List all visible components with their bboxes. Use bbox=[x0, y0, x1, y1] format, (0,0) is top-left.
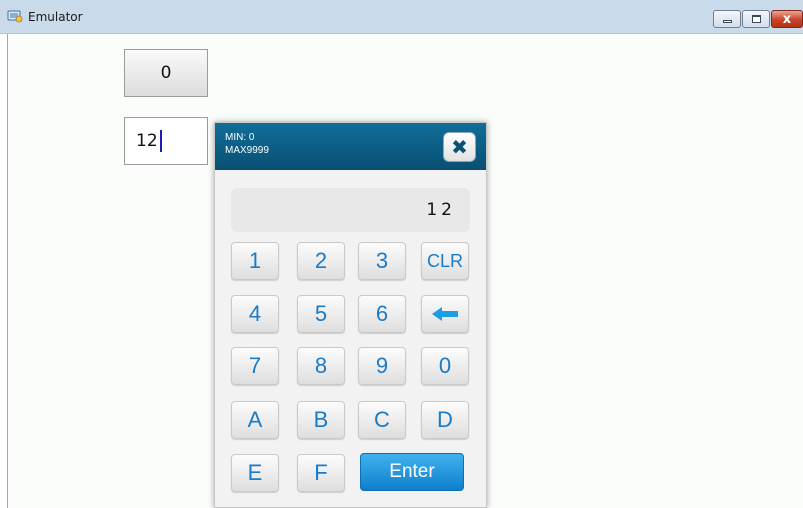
keypad-max-label: MAX9999 bbox=[225, 145, 269, 156]
numeric-field-first-value: 0 bbox=[160, 63, 172, 83]
close-icon: x bbox=[782, 11, 792, 27]
numeric-field-second[interactable]: 12 bbox=[124, 117, 208, 165]
minimize-button[interactable] bbox=[713, 10, 741, 28]
backspace-arrow-icon bbox=[432, 307, 458, 321]
key-backspace[interactable] bbox=[421, 295, 469, 333]
key-3[interactable]: 3 bbox=[358, 242, 406, 280]
close-window-button[interactable]: x bbox=[771, 10, 803, 28]
key-9[interactable]: 9 bbox=[358, 347, 406, 385]
emulator-app-icon bbox=[7, 10, 23, 23]
key-clear[interactable]: CLR bbox=[421, 242, 469, 280]
key-a[interactable]: A bbox=[231, 401, 279, 439]
enter-button[interactable]: Enter bbox=[360, 453, 464, 491]
key-7[interactable]: 7 bbox=[231, 347, 279, 385]
title-bar: Emulator x bbox=[0, 0, 803, 34]
keypad-display: 12 bbox=[231, 188, 470, 232]
minimize-icon bbox=[722, 20, 732, 23]
key-c[interactable]: C bbox=[358, 401, 406, 439]
numeric-field-second-value: 12 bbox=[136, 131, 158, 151]
key-5[interactable]: 5 bbox=[297, 295, 345, 333]
key-d[interactable]: D bbox=[421, 401, 469, 439]
key-b[interactable]: B bbox=[297, 401, 345, 439]
key-2[interactable]: 2 bbox=[297, 242, 345, 280]
window-title: Emulator bbox=[28, 10, 83, 24]
keypad-close-button[interactable]: ✖ bbox=[443, 132, 476, 162]
maximize-button[interactable] bbox=[742, 10, 770, 28]
key-1[interactable]: 1 bbox=[231, 242, 279, 280]
numeric-field-first[interactable]: 0 bbox=[124, 49, 208, 97]
maximize-icon bbox=[751, 15, 761, 23]
numeric-keypad-popup: MIN: 0 MAX9999 ✖ 12 1 2 3 CLR 4 5 6 7 8 … bbox=[214, 122, 487, 508]
key-e[interactable]: E bbox=[231, 454, 279, 492]
key-0[interactable]: 0 bbox=[421, 347, 469, 385]
key-8[interactable]: 8 bbox=[297, 347, 345, 385]
close-icon: ✖ bbox=[451, 135, 468, 159]
emulator-window: Emulator x 0 12 MIN: 0 MAX9999 ✖ 12 1 2 … bbox=[0, 0, 803, 508]
keypad-min-label: MIN: 0 bbox=[225, 132, 255, 143]
key-4[interactable]: 4 bbox=[231, 295, 279, 333]
keypad-header: MIN: 0 MAX9999 ✖ bbox=[215, 123, 486, 170]
text-caret bbox=[159, 130, 162, 152]
key-f[interactable]: F bbox=[297, 454, 345, 492]
key-6[interactable]: 6 bbox=[358, 295, 406, 333]
